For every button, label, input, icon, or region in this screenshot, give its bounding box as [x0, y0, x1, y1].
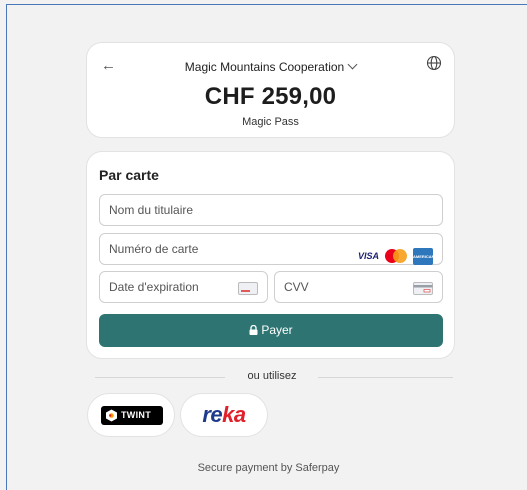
divider-left — [95, 377, 225, 378]
amex-icon: AMERICAN EXPRESS — [413, 247, 435, 276]
cvv-placeholder: CVV — [284, 280, 309, 294]
alternatives-label: ou utilisez — [247, 370, 297, 382]
pay-button[interactable]: Payer — [99, 314, 443, 347]
merchant-name: Magic Mountains Cooperation — [184, 60, 345, 74]
expiry-date-input[interactable]: Date d'expiration — [99, 271, 268, 303]
form-title: Par carte — [99, 167, 159, 183]
pay-button-label: Payer — [261, 323, 293, 337]
payment-amount: CHF 259,00 — [204, 83, 337, 110]
globe-icon[interactable] — [426, 55, 442, 71]
card-back-icon — [413, 282, 433, 295]
card-front-icon — [238, 282, 258, 295]
reka-logo: reka — [202, 402, 246, 427]
card-number-input[interactable]: Numéro de carte VISA AMERICAN EXPRESS — [99, 233, 443, 276]
expiry-date-placeholder: Date d'expiration — [109, 280, 199, 294]
twint-button[interactable]: TWINT — [87, 393, 175, 437]
visa-icon: VISA — [357, 251, 379, 261]
twint-mark-icon — [106, 409, 117, 422]
divider-right — [318, 377, 453, 378]
cvv-input[interactable]: CVV — [274, 271, 443, 303]
cardholder-name-input[interactable]: Nom du titulaire — [99, 194, 443, 226]
footer-text: Secure payment by Saferpay — [197, 462, 340, 474]
twint-logo: TWINT — [101, 406, 163, 425]
reka-button[interactable]: reka — [180, 393, 268, 437]
cardholder-name-placeholder: Nom du titulaire — [109, 203, 194, 217]
lock-icon — [249, 325, 258, 335]
card-number-placeholder: Numéro de carte — [109, 242, 199, 256]
card-payment-form: Par carte Nom du titulaire Numéro de car… — [86, 151, 455, 359]
merchant-selector[interactable]: Magic Mountains Cooperation — [87, 59, 454, 74]
chevron-down-icon — [347, 59, 358, 70]
card-brands: VISA AMERICAN EXPRESS — [357, 241, 435, 276]
twint-label: TWINT — [121, 410, 151, 420]
product-name: Magic Pass — [242, 116, 299, 128]
merchant-header-card: ← Magic Mountains Cooperation CHF 259,00… — [86, 42, 455, 138]
mastercard-icon — [385, 249, 407, 263]
